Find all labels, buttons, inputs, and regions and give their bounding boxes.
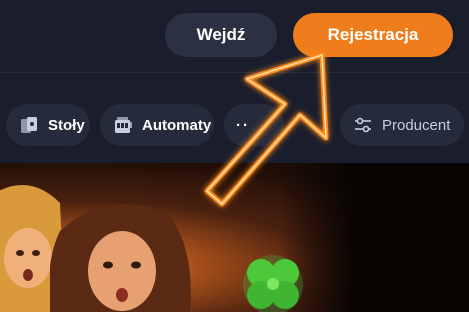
filter-label: Automaty: [142, 116, 212, 134]
clover-icon: [243, 255, 303, 312]
more-icon: ··: [236, 116, 250, 134]
filter-label: Producent: [382, 116, 451, 134]
filter-provider[interactable]: Producent: [340, 104, 464, 146]
filter-slots[interactable]: Automaty: [100, 104, 214, 146]
slot-machine-icon: [112, 114, 134, 136]
promo-banner[interactable]: [0, 163, 469, 312]
filter-tables[interactable]: Stoły: [6, 104, 90, 146]
register-button[interactable]: Rejestracja: [293, 13, 453, 57]
filter-label: Stoły: [48, 116, 85, 134]
cards-icon: [18, 114, 40, 136]
sliders-icon: [352, 114, 374, 136]
filter-more[interactable]: ··: [224, 104, 284, 146]
banner-character-right: [50, 204, 191, 312]
login-button[interactable]: Wejdź: [165, 13, 277, 57]
category-filters: Stoły Automaty ·· Producent: [0, 73, 469, 163]
top-bar: Wejdź Rejestracja: [0, 0, 469, 73]
